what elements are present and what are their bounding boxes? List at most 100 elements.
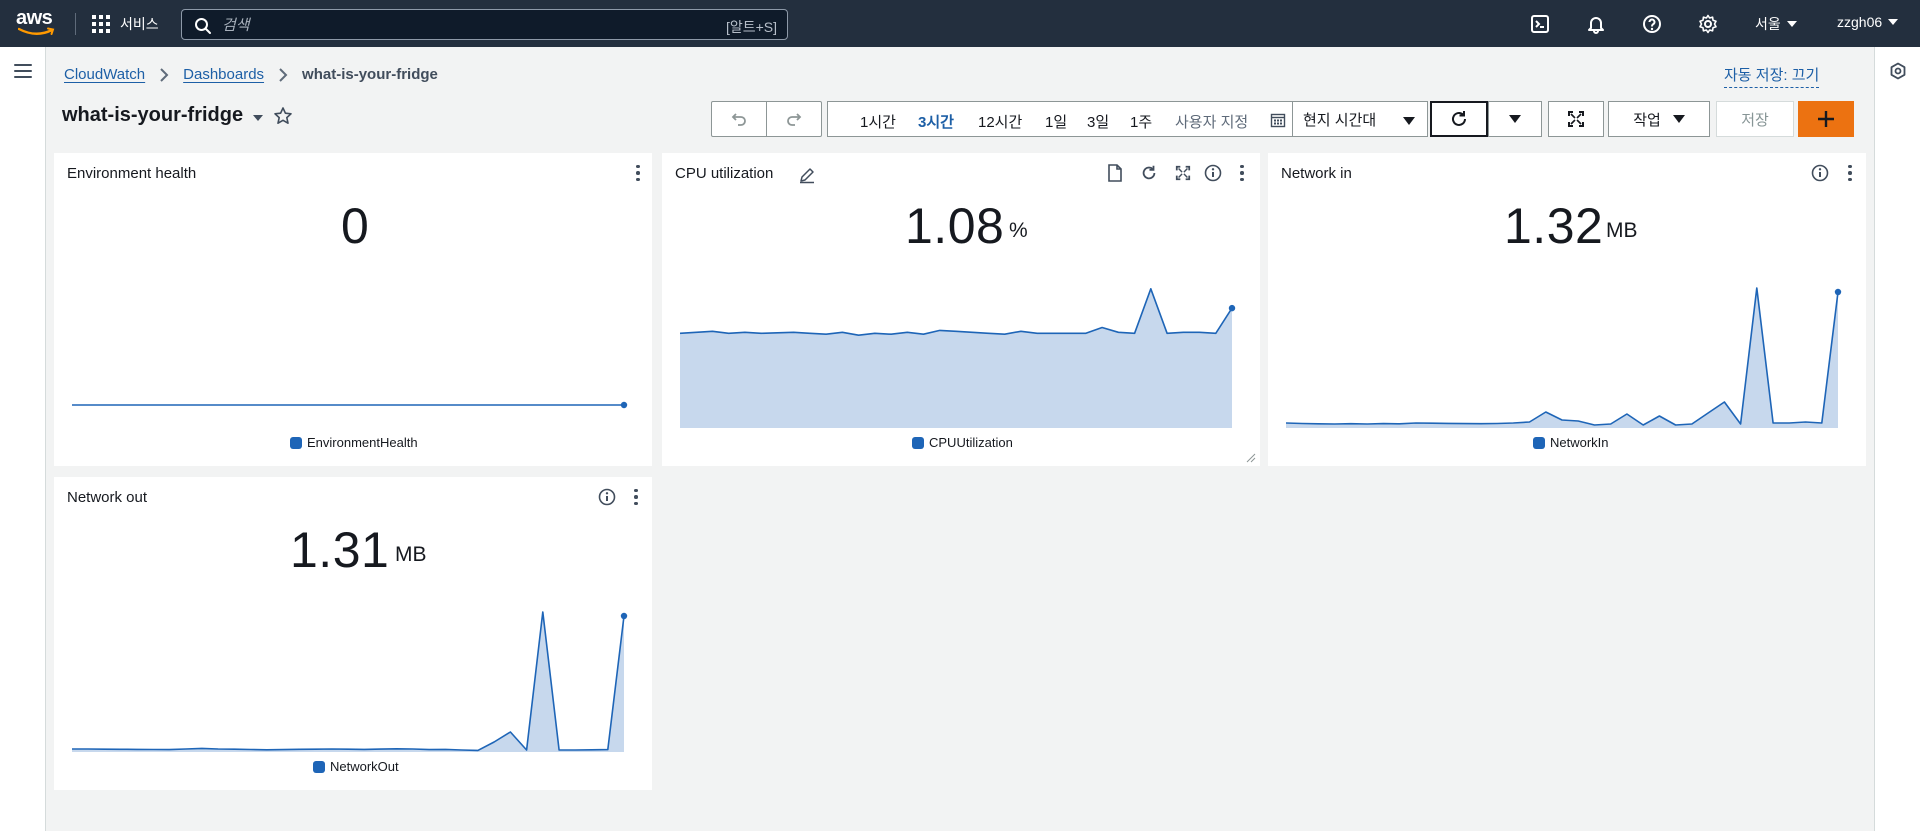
range-custom[interactable]: 사용자 지정 bbox=[1175, 111, 1248, 132]
widget-unit: MB bbox=[1606, 219, 1638, 242]
notifications-bell-icon[interactable] bbox=[1585, 13, 1607, 35]
services-menu-button[interactable]: 서비스 bbox=[92, 12, 159, 36]
last-data-point[interactable] bbox=[1834, 288, 1842, 296]
legend-item[interactable]: EnvironmentHealth bbox=[290, 435, 418, 450]
refresh-icon bbox=[1452, 111, 1466, 126]
legend-label: EnvironmentHealth bbox=[307, 435, 418, 450]
settings-gear-icon[interactable] bbox=[1697, 13, 1719, 35]
widget-title: Network out bbox=[67, 489, 148, 506]
breadcrumb: CloudWatch Dashboards what-is-your-fridg… bbox=[64, 66, 438, 83]
region-selector[interactable]: 서울 bbox=[1755, 14, 1797, 34]
search-shortcut-hint: [알트+S] bbox=[725, 19, 777, 35]
widget-environment-health: Environment health 0 EnvironmentHealth bbox=[54, 153, 652, 466]
dashboard-title-row: what-is-your-fridge bbox=[62, 104, 293, 127]
widget-menu-kebab-icon[interactable] bbox=[1232, 163, 1252, 183]
series-area bbox=[680, 288, 1232, 428]
fullscreen-button[interactable] bbox=[1548, 101, 1604, 137]
view-logs-document-icon[interactable] bbox=[1105, 163, 1125, 183]
range-3h[interactable]: 3시간 bbox=[918, 111, 954, 132]
widget-value: 1.08 bbox=[905, 198, 1005, 254]
widget-title: Network in bbox=[1281, 165, 1352, 182]
aws-logo-text: aws bbox=[16, 7, 53, 29]
cpu-utilization-chart bbox=[680, 287, 1236, 428]
account-menu[interactable]: zzgh06 bbox=[1837, 14, 1899, 30]
help-icon[interactable] bbox=[1641, 13, 1663, 35]
save-button[interactable]: 저장 bbox=[1716, 101, 1794, 137]
range-1d[interactable]: 1일 bbox=[1045, 111, 1067, 132]
widget-expand-icon[interactable] bbox=[1173, 163, 1193, 183]
time-range-selector: 1시간 3시간 12시간 1일 3일 1주 사용자 지정 bbox=[827, 101, 1293, 137]
widget-network-in: Network in 1.32 MB NetworkIn bbox=[1268, 153, 1866, 466]
favorite-star-icon[interactable] bbox=[273, 106, 293, 126]
widget-info-icon[interactable] bbox=[1810, 163, 1830, 183]
calendar-icon[interactable] bbox=[1270, 112, 1286, 128]
resize-handle-icon[interactable] bbox=[1246, 453, 1256, 463]
info-panel-hexagon-icon[interactable] bbox=[1889, 62, 1907, 80]
environment-health-chart bbox=[72, 401, 628, 409]
left-side-rail bbox=[0, 47, 46, 831]
widget-refresh-icon[interactable] bbox=[1139, 163, 1159, 183]
legend-swatch bbox=[1533, 436, 1545, 449]
refresh-chevron-down-icon bbox=[1509, 115, 1521, 123]
widget-unit: % bbox=[1009, 219, 1028, 242]
menu-hamburger-icon[interactable] bbox=[14, 64, 32, 82]
widget-info-icon[interactable] bbox=[1203, 163, 1223, 183]
cloudshell-icon[interactable] bbox=[1529, 13, 1551, 35]
breadcrumb-current: what-is-your-fridge bbox=[302, 66, 438, 83]
dashboard-title: what-is-your-fridge bbox=[62, 104, 244, 126]
legend-item[interactable]: NetworkIn bbox=[1533, 435, 1609, 450]
last-data-point[interactable] bbox=[1228, 304, 1236, 312]
timezone-select[interactable]: 현지 시간대 bbox=[1292, 101, 1428, 137]
actions-label: 작업 bbox=[1633, 111, 1661, 129]
last-data-point[interactable] bbox=[620, 401, 628, 409]
refresh-button[interactable] bbox=[1430, 101, 1488, 137]
widget-unit: MB bbox=[395, 543, 427, 566]
search-box[interactable]: [알트+S] bbox=[181, 9, 788, 40]
aws-logo[interactable]: aws bbox=[16, 8, 60, 38]
breadcrumb-dashboards-link[interactable]: Dashboards bbox=[183, 66, 264, 83]
aws-smile-icon bbox=[18, 27, 55, 35]
widget-cpu-utilization: CPU utilization 1.08 % CPUUtilization bbox=[662, 153, 1260, 466]
legend-label: CPUUtilization bbox=[929, 435, 1013, 450]
refresh-interval-dropdown[interactable] bbox=[1488, 101, 1542, 137]
account-chevron-down-icon bbox=[1888, 19, 1899, 25]
network-out-chart bbox=[72, 611, 628, 752]
edit-pencil-icon[interactable] bbox=[798, 166, 816, 184]
redo-icon bbox=[787, 113, 802, 126]
region-chevron-down-icon bbox=[1786, 21, 1797, 27]
widget-info-icon[interactable] bbox=[597, 487, 617, 507]
last-data-point[interactable] bbox=[620, 612, 628, 620]
region-label: 서울 bbox=[1755, 16, 1781, 32]
actions-chevron-down-icon bbox=[1672, 115, 1685, 123]
range-1h[interactable]: 1시간 bbox=[860, 111, 896, 132]
account-username: zzgh06 bbox=[1837, 14, 1883, 30]
widget-menu-kebab-icon[interactable] bbox=[628, 163, 648, 183]
redo-button[interactable] bbox=[766, 101, 822, 137]
legend-item[interactable]: NetworkOut bbox=[313, 759, 399, 774]
legend-swatch bbox=[912, 436, 924, 449]
widget-title: CPU utilization bbox=[675, 165, 774, 182]
search-input[interactable] bbox=[222, 14, 662, 36]
undo-button[interactable] bbox=[711, 101, 767, 137]
nav-divider bbox=[75, 13, 76, 35]
services-label: 서비스 bbox=[120, 16, 159, 32]
search-icon bbox=[195, 18, 211, 34]
widget-value: 1.31 bbox=[290, 522, 390, 578]
legend-label: NetworkIn bbox=[1550, 435, 1609, 450]
dashboard-chevron-down-icon[interactable] bbox=[253, 114, 264, 121]
widget-network-out: Network out 1.31 MB NetworkOut bbox=[54, 477, 652, 790]
range-1w[interactable]: 1주 bbox=[1130, 111, 1152, 132]
widget-menu-kebab-icon[interactable] bbox=[626, 487, 646, 507]
autosave-toggle[interactable]: 자동 저장: 끄기 bbox=[1724, 64, 1820, 88]
range-12h[interactable]: 12시간 bbox=[978, 111, 1022, 132]
top-navigation: aws 서비스 [알트+S] 서울 zzgh06 bbox=[0, 0, 1920, 47]
widget-menu-kebab-icon[interactable] bbox=[1840, 163, 1860, 183]
range-3d[interactable]: 3일 bbox=[1087, 111, 1109, 132]
breadcrumb-chevron-right-icon bbox=[279, 67, 288, 82]
widget-value: 1.32 bbox=[1504, 198, 1604, 254]
breadcrumb-cloudwatch-link[interactable]: CloudWatch bbox=[64, 66, 145, 83]
legend-item[interactable]: CPUUtilization bbox=[912, 435, 1013, 450]
add-widget-button[interactable] bbox=[1798, 101, 1854, 137]
series-area bbox=[1286, 288, 1838, 428]
actions-dropdown-button[interactable]: 작업 bbox=[1608, 101, 1710, 137]
